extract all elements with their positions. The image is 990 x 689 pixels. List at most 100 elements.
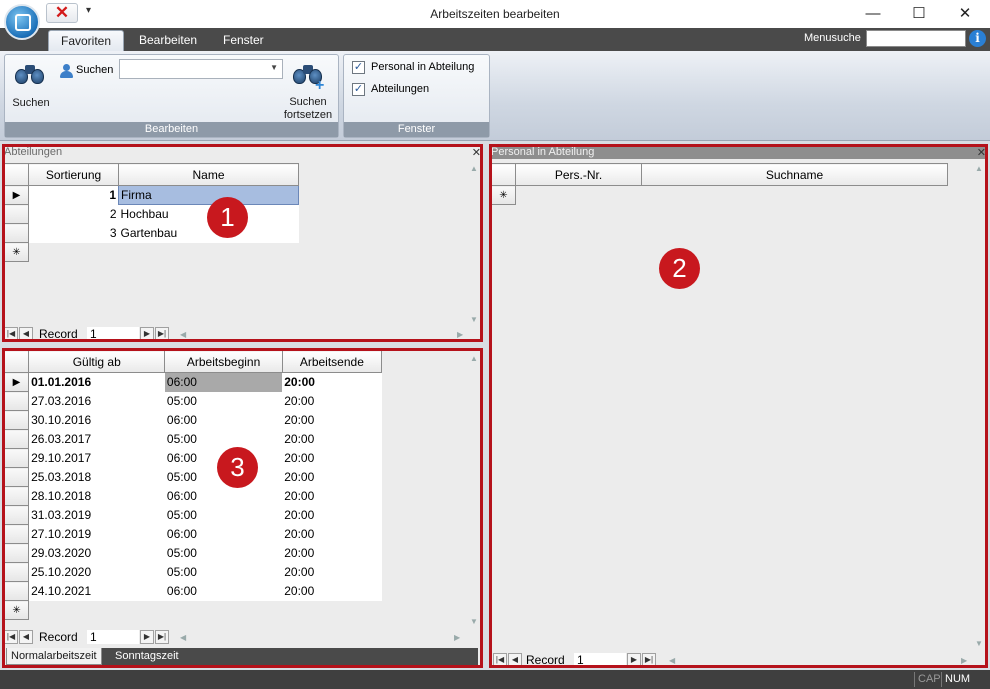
cell-sortierung[interactable]: 3 [28, 223, 119, 243]
last-record-button[interactable]: ▶| [642, 653, 656, 667]
cell-arbeitsende[interactable]: 20:00 [282, 467, 382, 487]
cell-name[interactable]: Firma [118, 185, 299, 205]
new-row[interactable]: ✳ [4, 242, 299, 262]
column-header-pers-nr[interactable]: Pers.-Nr. [515, 163, 642, 186]
cell-arbeitsbeginn[interactable]: 05:00 [164, 391, 283, 411]
minimize-button[interactable]: — [850, 0, 896, 28]
application-menu-button[interactable] [4, 4, 40, 40]
table-row[interactable]: 27.10.2019 06:00 20:00 [3, 524, 382, 544]
row-selector[interactable] [3, 429, 30, 449]
column-header-arbeitsbeginn[interactable]: Arbeitsbeginn [164, 350, 283, 373]
new-row[interactable]: ✳ [491, 185, 948, 205]
next-record-button[interactable]: ▶ [140, 630, 154, 644]
record-number-input[interactable]: 1 [87, 630, 139, 644]
cell-arbeitsende[interactable]: 20:00 [282, 486, 382, 506]
checkbox-abteilungen[interactable]: ✓ [352, 83, 365, 96]
cell-arbeitsbeginn[interactable]: 06:00 [164, 372, 283, 392]
cell-arbeitsende[interactable]: 20:00 [282, 429, 382, 449]
scroll-left-icon[interactable]: ◀ [180, 633, 186, 642]
suchen-small-button[interactable]: Suchen [5, 55, 115, 81]
first-record-button[interactable]: |◀ [4, 630, 18, 644]
scroll-right-icon[interactable]: ▶ [961, 656, 967, 665]
cell-arbeitsbeginn[interactable]: 05:00 [164, 562, 283, 582]
cell-gueltig-ab[interactable]: 28.10.2018 [28, 486, 165, 506]
cell-arbeitsende[interactable]: 20:00 [282, 543, 382, 563]
row-selector[interactable] [3, 524, 30, 544]
table-row[interactable]: 25.03.2018 05:00 20:00 [3, 467, 382, 487]
table-row[interactable]: 31.03.2019 05:00 20:00 [3, 505, 382, 525]
cell-arbeitsende[interactable]: 20:00 [282, 505, 382, 525]
table-row[interactable]: 2 Hochbau [4, 204, 299, 224]
tab-fenster[interactable]: Fenster [211, 30, 276, 51]
new-row-icon[interactable]: ✳ [3, 600, 30, 620]
current-row-icon[interactable]: ▶ [4, 185, 29, 205]
current-row-icon[interactable]: ▶ [3, 372, 30, 392]
cell-gueltig-ab[interactable]: 27.03.2016 [28, 391, 165, 411]
cell-arbeitsende[interactable]: 20:00 [282, 410, 382, 430]
table-row[interactable]: 3 Gartenbau [4, 223, 299, 243]
tab-bearbeiten[interactable]: Bearbeiten [127, 30, 209, 51]
first-record-button[interactable]: |◀ [493, 653, 507, 667]
record-number-input[interactable]: 1 [87, 327, 139, 341]
suchen-fortsetzen-button[interactable]: + Suchen fortsetzen [277, 57, 339, 121]
cell-gueltig-ab[interactable]: 29.10.2017 [28, 448, 165, 468]
table-row[interactable]: 27.03.2016 05:00 20:00 [3, 391, 382, 411]
row-selector[interactable] [3, 543, 30, 563]
table-row[interactable]: 25.10.2020 05:00 20:00 [3, 562, 382, 582]
next-record-button[interactable]: ▶ [627, 653, 641, 667]
abteilungen-vscrollbar[interactable]: ▲ ▼ [468, 162, 482, 326]
cell-arbeitsbeginn[interactable]: 05:00 [164, 543, 283, 563]
cell-arbeitsende[interactable]: 20:00 [282, 448, 382, 468]
row-selector[interactable] [3, 391, 30, 411]
info-icon[interactable]: i [969, 30, 986, 47]
column-header-suchname[interactable]: Suchname [641, 163, 948, 186]
new-row-icon[interactable]: ✳ [491, 185, 516, 205]
table-row[interactable]: 24.10.2021 06:00 20:00 [3, 581, 382, 601]
cell-gueltig-ab[interactable]: 26.03.2017 [28, 429, 165, 449]
row-selector[interactable] [3, 467, 30, 487]
checkbox-personal-in-abteilung[interactable]: ✓ [352, 61, 365, 74]
row-selector[interactable] [4, 204, 29, 224]
scroll-right-icon[interactable]: ▶ [454, 633, 460, 642]
row-selector[interactable] [3, 581, 30, 601]
cell-arbeitsende[interactable]: 20:00 [282, 372, 382, 392]
cell-arbeitsbeginn[interactable]: 06:00 [164, 410, 283, 430]
scroll-left-icon[interactable]: ◀ [180, 330, 186, 339]
cell-gueltig-ab[interactable]: 30.10.2016 [28, 410, 165, 430]
table-row[interactable]: 29.03.2020 05:00 20:00 [3, 543, 382, 563]
new-row[interactable]: ✳ [3, 600, 382, 620]
personal-vscrollbar[interactable]: ▲ ▼ [973, 162, 987, 650]
cell-gueltig-ab[interactable]: 27.10.2019 [28, 524, 165, 544]
cell-sortierung[interactable]: 1 [28, 185, 119, 205]
cell-arbeitsende[interactable]: 20:00 [282, 524, 382, 544]
close-icon[interactable]: ✕ [977, 146, 986, 159]
cell-gueltig-ab[interactable]: 31.03.2019 [28, 505, 165, 525]
cell-gueltig-ab[interactable]: 01.01.2016 [28, 372, 165, 392]
prev-record-button[interactable]: ◀ [19, 327, 33, 341]
table-row[interactable]: ▶ 01.01.2016 06:00 20:00 [3, 372, 382, 392]
cell-sortierung[interactable]: 2 [28, 204, 119, 224]
first-record-button[interactable]: |◀ [4, 327, 18, 341]
cell-arbeitsbeginn[interactable]: 05:00 [164, 505, 283, 525]
close-icon[interactable]: ✕ [472, 146, 481, 159]
column-header-gueltig-ab[interactable]: Gültig ab [28, 350, 166, 373]
table-row[interactable]: 28.10.2018 06:00 20:00 [3, 486, 382, 506]
cell-arbeitsende[interactable]: 20:00 [282, 581, 382, 601]
row-selector[interactable] [3, 410, 30, 430]
table-row[interactable]: 29.10.2017 06:00 20:00 [3, 448, 382, 468]
row-selector[interactable] [3, 448, 30, 468]
last-record-button[interactable]: ▶| [155, 327, 169, 341]
suchen-combobox[interactable]: ▼ [119, 59, 283, 79]
column-header-sortierung[interactable]: Sortierung [28, 163, 119, 186]
cell-gueltig-ab[interactable]: 24.10.2021 [28, 581, 165, 601]
cell-arbeitsbeginn[interactable]: 06:00 [164, 486, 283, 506]
next-record-button[interactable]: ▶ [140, 327, 154, 341]
prev-record-button[interactable]: ◀ [508, 653, 522, 667]
table-row[interactable]: 30.10.2016 06:00 20:00 [3, 410, 382, 430]
subtab-normalarbeitszeit[interactable]: Normalarbeitszeit [6, 648, 102, 665]
cell-arbeitsende[interactable]: 20:00 [282, 391, 382, 411]
row-selector[interactable] [3, 486, 30, 506]
cell-arbeitsbeginn[interactable]: 06:00 [164, 581, 283, 601]
scroll-right-icon[interactable]: ▶ [457, 330, 463, 339]
cell-gueltig-ab[interactable]: 29.03.2020 [28, 543, 165, 563]
